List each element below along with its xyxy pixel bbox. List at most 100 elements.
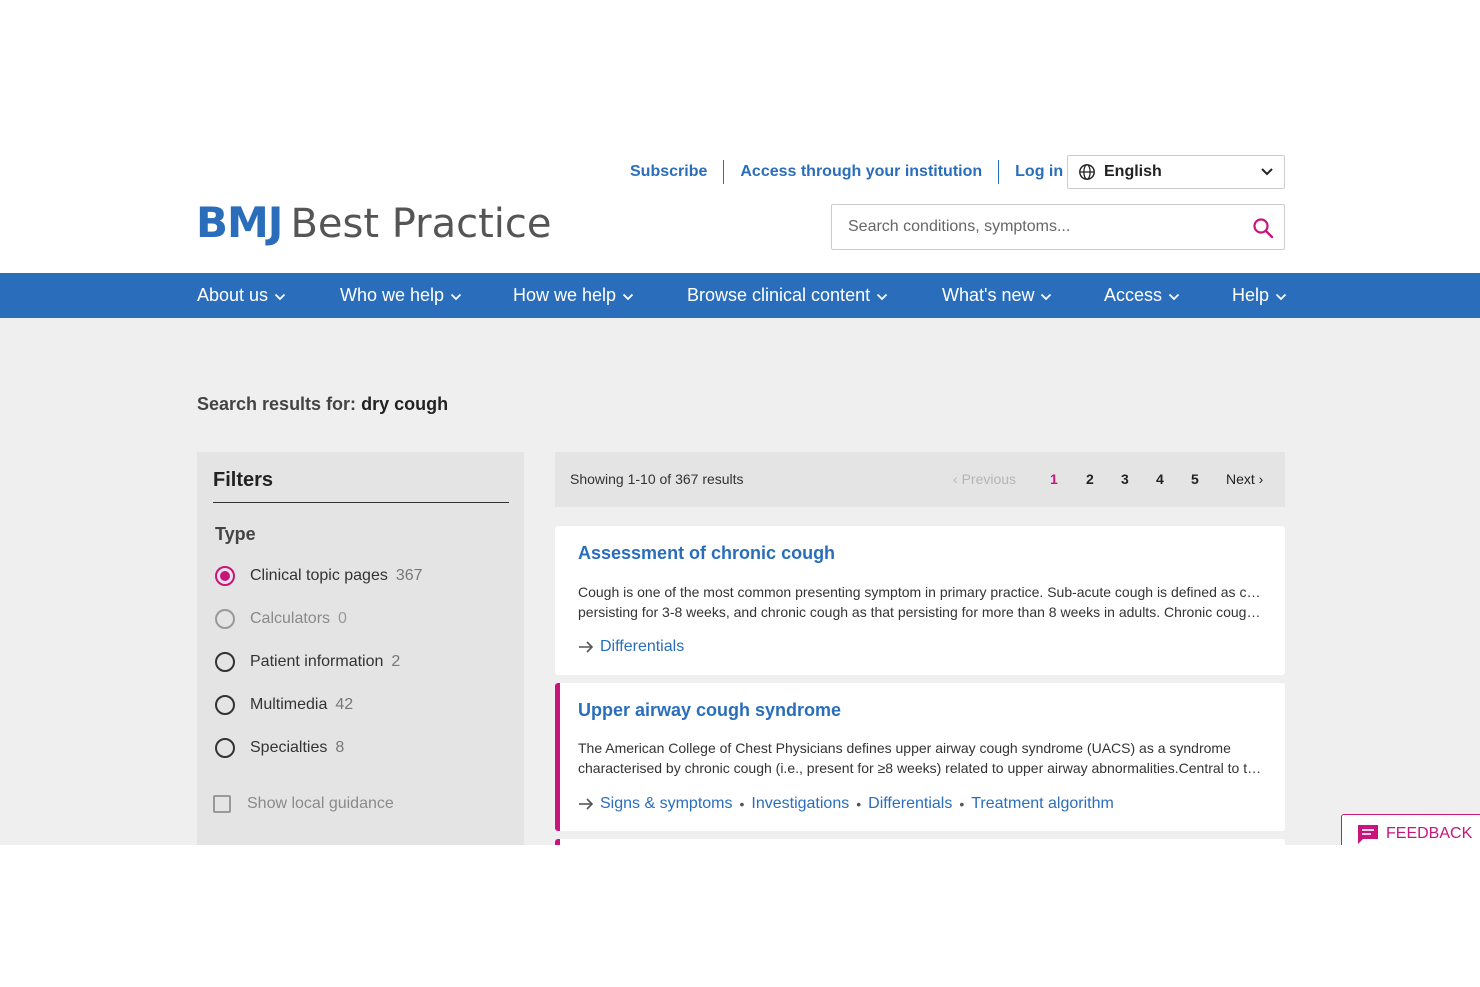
separator-dot: • <box>739 796 745 812</box>
nav-item-label: Browse clinical content <box>687 285 871 305</box>
arrow-right-icon <box>579 798 594 810</box>
result-title-link[interactable]: Assessment of chronic cough <box>578 543 835 564</box>
chevron-down-icon <box>1168 293 1180 300</box>
results-pager-bar: Showing 1-10 of 367 results ‹ Previous 1… <box>555 452 1285 507</box>
nav-item-label: Help <box>1232 285 1270 305</box>
radio-button[interactable] <box>215 609 235 629</box>
feedback-button[interactable]: FEEDBACK <box>1341 814 1480 845</box>
next-label: Next <box>1226 471 1255 487</box>
page-5-button[interactable]: 5 <box>1191 471 1199 487</box>
page-2-button[interactable]: 2 <box>1086 471 1094 487</box>
results-heading-label: Search results for: <box>197 394 357 414</box>
type-filter-title: Type <box>215 524 256 544</box>
differentials-link[interactable]: Differentials <box>868 795 952 813</box>
feedback-label: FEEDBACK <box>1386 825 1473 842</box>
separator-dot: • <box>856 796 862 812</box>
nav-item-label: Access <box>1104 285 1163 305</box>
radio-button[interactable] <box>215 652 235 672</box>
signs-symptoms-link[interactable]: Signs & symptoms <box>600 795 732 813</box>
main-nav: About us Who we help How we help Browse … <box>0 273 1480 318</box>
nav-item-label: Who we help <box>340 285 445 305</box>
results-count: Showing 1-10 of 367 results <box>570 471 744 487</box>
filters-panel: Filters Type Clinical topic pages 367 Ca… <box>197 452 524 845</box>
result-description: The American College of Chest Physicians… <box>578 738 1268 778</box>
description-line: Cough is one of the most common presenti… <box>578 584 1268 600</box>
search-query: dry cough <box>361 394 449 414</box>
checkbox[interactable] <box>213 795 231 813</box>
radio-button[interactable] <box>215 695 235 715</box>
search-box <box>831 204 1285 250</box>
result-section-links: Differentials <box>578 638 684 656</box>
filter-count: 8 <box>335 739 345 756</box>
logo-bmj-text: BMJ <box>196 198 283 247</box>
language-select[interactable]: English <box>1067 155 1285 189</box>
investigations-link[interactable]: Investigations <box>751 795 849 813</box>
filter-patient-information[interactable]: Patient information 2 <box>215 650 400 674</box>
divider <box>998 160 1000 184</box>
filter-label: Patient information <box>250 653 384 670</box>
bmj-best-practice-logo[interactable]: BMJ Best Practice <box>196 198 552 250</box>
description-line: The American College of Chest Physicians… <box>578 740 1231 756</box>
filter-count: 367 <box>395 567 423 584</box>
nav-item-access[interactable]: Access <box>1104 273 1180 318</box>
filters-title: Filters <box>213 469 274 491</box>
chevron-down-icon <box>1275 293 1287 300</box>
differentials-link[interactable]: Differentials <box>600 638 684 656</box>
treatment-algorithm-link[interactable]: Treatment algorithm <box>971 795 1114 813</box>
arrow-right-icon <box>579 641 594 653</box>
result-title-link[interactable]: Upper airway cough syndrome <box>578 700 841 721</box>
chevron-down-icon <box>1041 293 1052 300</box>
institution-access-link[interactable]: Access through your institution <box>740 163 982 181</box>
page-1-button[interactable]: 1 <box>1050 471 1058 487</box>
chevron-down-icon <box>1261 168 1273 176</box>
site-header: BMJ Best Practice Subscribe Access throu… <box>0 128 1480 273</box>
chevron-down-icon <box>450 293 462 300</box>
nav-item-about-us[interactable]: About us <box>197 273 286 318</box>
filter-count: 0 <box>338 610 347 627</box>
nav-item-label: How we help <box>513 285 617 305</box>
show-local-guidance[interactable]: Show local guidance <box>213 792 394 816</box>
page: BMJ Best Practice Subscribe Access throu… <box>0 128 1480 845</box>
nav-item-label: What's new <box>942 285 1035 305</box>
filter-count: 42 <box>335 696 354 713</box>
next-page-button[interactable]: Next › <box>1226 471 1263 487</box>
chevron-down-icon <box>274 293 286 300</box>
utility-links: Subscribe Access through your institutio… <box>630 155 1063 189</box>
page-3-button[interactable]: 3 <box>1121 471 1129 487</box>
radio-button[interactable] <box>215 738 235 758</box>
result-card-partial <box>555 839 1285 845</box>
nav-item-label: About us <box>197 285 269 305</box>
divider <box>723 160 725 184</box>
chevron-down-icon <box>622 293 634 300</box>
result-card: Assessment of chronic cough Cough is one… <box>555 526 1285 675</box>
filter-label: Specialties <box>250 739 328 756</box>
filter-count: 2 <box>391 653 401 670</box>
nav-item-whats-new[interactable]: What's new <box>942 273 1052 318</box>
search-input[interactable] <box>832 205 1232 249</box>
previous-page-button[interactable]: ‹ Previous <box>953 471 1016 487</box>
filter-label: Clinical topic pages <box>250 567 388 584</box>
nav-item-help[interactable]: Help <box>1232 273 1287 318</box>
logo-best-practice-text: Best Practice <box>290 201 552 247</box>
radio-button[interactable] <box>215 566 235 586</box>
subscribe-link[interactable]: Subscribe <box>630 163 707 181</box>
filter-label: Multimedia <box>250 696 328 713</box>
page-4-button[interactable]: 4 <box>1156 471 1164 487</box>
nav-item-how-we-help[interactable]: How we help <box>513 273 634 318</box>
search-icon[interactable] <box>1252 217 1274 239</box>
filter-specialties[interactable]: Specialties 8 <box>215 736 344 760</box>
previous-label: Previous <box>961 471 1017 487</box>
filter-clinical-topic-pages[interactable]: Clinical topic pages 367 <box>215 564 423 588</box>
login-link[interactable]: Log in <box>1015 163 1063 181</box>
filter-calculators[interactable]: Calculators 0 <box>215 607 347 631</box>
result-card: Upper airway cough syndrome The American… <box>555 683 1285 831</box>
language-value: English <box>1104 163 1162 180</box>
chat-bubble-icon <box>1358 825 1378 844</box>
description-line: characterised by chronic cough (i.e., pr… <box>578 760 1268 776</box>
nav-item-browse-clinical-content[interactable]: Browse clinical content <box>687 273 888 318</box>
result-section-links: Signs & symptoms • Investigations • Diff… <box>578 795 1114 813</box>
globe-icon <box>1079 164 1095 180</box>
filter-multimedia[interactable]: Multimedia 42 <box>215 693 353 717</box>
nav-item-who-we-help[interactable]: Who we help <box>340 273 462 318</box>
description-line: persisting for 3-8 weeks, and chronic co… <box>578 604 1268 620</box>
